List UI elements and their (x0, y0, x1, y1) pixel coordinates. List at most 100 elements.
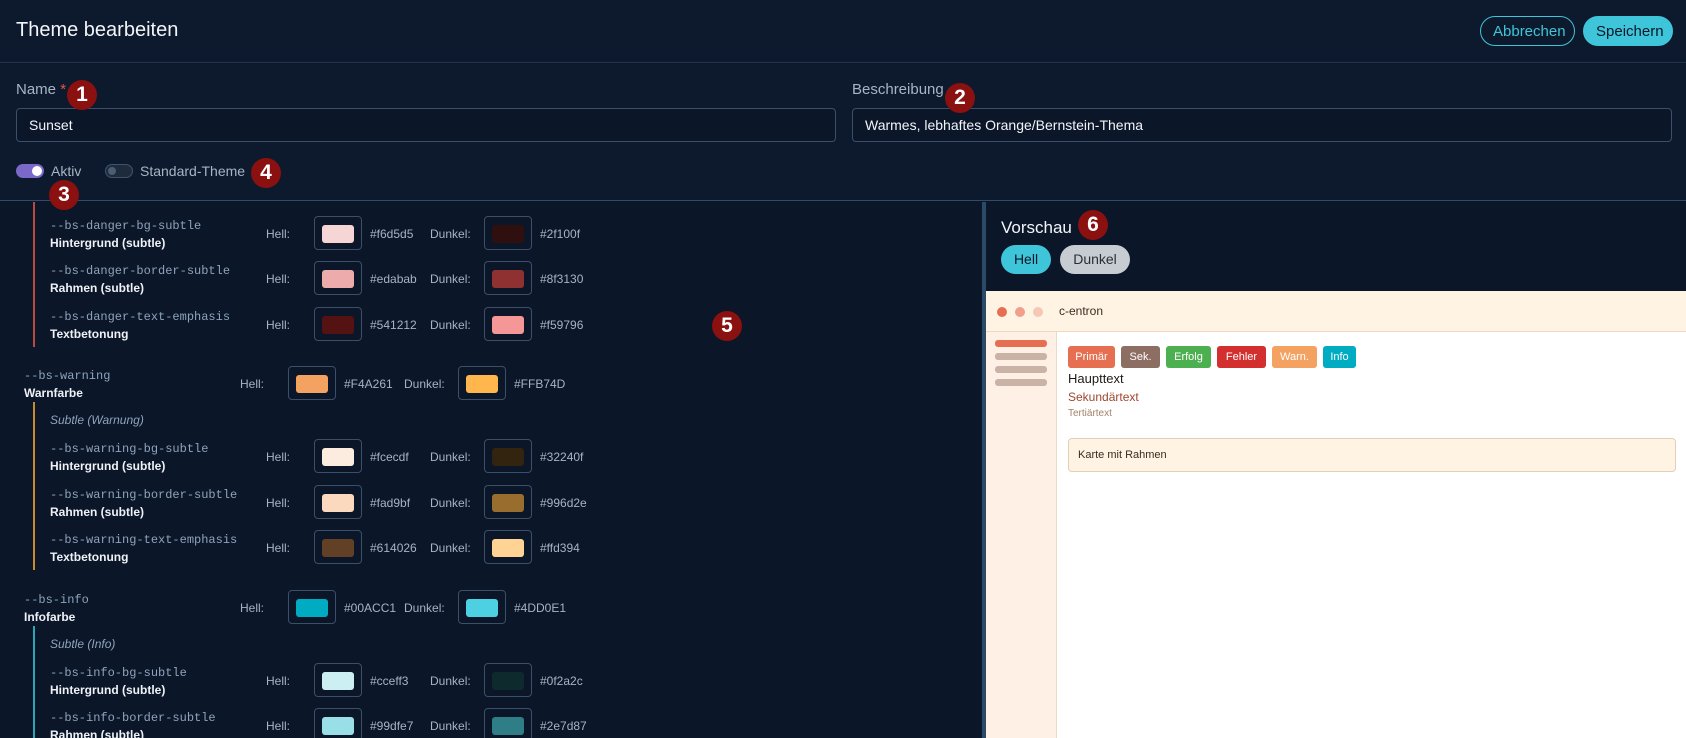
danger-border-subtle-dark-label: Dunkel: (430, 272, 471, 286)
info-label: Infofarbe (24, 610, 76, 624)
warning-text-emphasis-var-name: --bs-warning-text-emphasis (50, 533, 238, 547)
info-light-label: Hell: (240, 601, 265, 615)
description-label: Beschreibung (852, 81, 944, 98)
warning-dark-color (466, 375, 498, 393)
danger-bg-subtle-dark-hex: #2f100f (540, 227, 581, 241)
danger-text-emphasis-dark-label: Dunkel: (430, 318, 471, 332)
required-mark: * (60, 81, 67, 98)
danger-bg-subtle-var-name: --bs-danger-bg-subtle (50, 219, 202, 233)
preview-title: Vorschau (1001, 218, 1072, 237)
info-light-swatch[interactable] (288, 590, 336, 624)
info-border-subtle-dark-hex: #2e7d87 (540, 719, 587, 733)
danger-bg-subtle-light-swatch[interactable] (314, 216, 362, 250)
warning-text-emphasis-label: Textbetonung (50, 550, 129, 564)
info-bg-subtle-light-swatch[interactable] (314, 663, 362, 697)
info-bg-subtle-dark-swatch[interactable] (484, 663, 532, 697)
danger-text-emphasis-light-swatch[interactable] (314, 307, 362, 341)
danger-border-subtle-var-name: --bs-danger-border-subtle (50, 264, 231, 278)
preview-light-button[interactable]: Hell (1001, 245, 1051, 274)
default-theme-switch[interactable] (105, 164, 133, 178)
info-border-subtle-var-name: --bs-info-border-subtle (50, 711, 216, 725)
warning-text-emphasis-light-swatch[interactable] (314, 530, 362, 564)
danger-text-emphasis-var-name: --bs-danger-text-emphasis (50, 310, 231, 324)
warning-light-label: Hell: (240, 377, 265, 391)
danger-bg-subtle-dark-label: Dunkel: (430, 227, 471, 241)
danger-bg-subtle-dark-swatch[interactable] (484, 216, 532, 250)
cancel-button[interactable]: Abbrechen (1480, 16, 1575, 46)
warning-border-subtle-dark-hex: #996d2e (540, 496, 587, 510)
danger-text-emphasis-light-color (322, 316, 354, 334)
danger-text-emphasis-dark-color (492, 316, 524, 334)
warning-text-emphasis-light-hex: #614026 (370, 541, 417, 555)
info-dark-hex: #4DD0E1 (514, 601, 567, 615)
warning-bg-subtle-light-hex: #fcecdf (370, 450, 409, 464)
danger-text-emphasis-dark-hex: #f59796 (540, 318, 584, 332)
default-theme-toggle[interactable]: Standard-Theme (105, 163, 245, 179)
info-bg-subtle-light-label: Hell: (266, 674, 291, 688)
warning-border-subtle-dark-swatch[interactable] (484, 485, 532, 519)
danger-border-subtle-label: Rahmen (subtle) (50, 281, 145, 295)
warning-text-emphasis-dark-swatch[interactable] (484, 530, 532, 564)
warning-var-name: --bs-warning (24, 369, 111, 383)
preview-mockup: c-entron Primär Sek. Erfolg Fehler Warn. Info… (986, 291, 1686, 738)
warning-bg-subtle-light-label: Hell: (266, 450, 291, 464)
info-bg-subtle-label: Hintergrund (subtle) (50, 683, 166, 697)
info-dark-swatch[interactable] (458, 590, 506, 624)
info-dark-color (466, 599, 498, 617)
annotation-badge-4: 4 (251, 158, 281, 188)
danger-text-emphasis-label: Textbetonung (50, 327, 129, 341)
warning-bg-subtle-light-swatch[interactable] (314, 439, 362, 473)
active-toggle[interactable]: Aktiv (16, 163, 81, 179)
warning-dark-label: Dunkel: (404, 377, 445, 391)
info-border-subtle-dark-label: Dunkel: (430, 719, 471, 733)
warning-text-emphasis-dark-hex: #ffd394 (540, 541, 580, 555)
warning-border-subtle-dark-label: Dunkel: (430, 496, 471, 510)
warning-dark-swatch[interactable] (458, 366, 506, 400)
danger-border-subtle-light-swatch[interactable] (314, 261, 362, 295)
annotation-badge-5: 5 (712, 311, 742, 341)
info-bg-subtle-light-hex: #cceff3 (370, 674, 409, 688)
info-var-name: --bs-info (24, 593, 89, 607)
warning-dark-hex: #FFB74D (514, 377, 566, 391)
danger-bg-subtle-dark-color (492, 225, 524, 243)
warning-border-subtle-light-swatch[interactable] (314, 485, 362, 519)
danger-border-subtle-dark-swatch[interactable] (484, 261, 532, 295)
warning-bg-subtle-dark-swatch[interactable] (484, 439, 532, 473)
preview-dark-button[interactable]: Dunkel (1060, 245, 1130, 274)
annotation-badge-2: 2 (945, 83, 975, 113)
description-field[interactable] (852, 108, 1672, 142)
mock-chip-2: Erfolg (1166, 346, 1211, 368)
warning-border-subtle-dark-color (492, 494, 524, 512)
info-bg-subtle-dark-hex: #0f2a2c (540, 674, 583, 688)
warning-light-swatch[interactable] (288, 366, 336, 400)
info-border-subtle-dark-swatch[interactable] (484, 708, 532, 738)
warning-subtle-heading: Subtle (Warnung) (50, 413, 144, 427)
header-bar: Theme bearbeiten Abbrechen Speichern (0, 0, 1686, 63)
info-bg-subtle-dark-label: Dunkel: (430, 674, 471, 688)
danger-text-emphasis-dark-swatch[interactable] (484, 307, 532, 341)
warning-border-subtle-var-name: --bs-warning-border-subtle (50, 488, 238, 502)
mock-main-text: Haupttext (1068, 371, 1124, 386)
mock-secondary-text: Sekundärtext (1068, 390, 1139, 404)
info-border-subtle-light-swatch[interactable] (314, 708, 362, 738)
annotation-badge-6: 6 (1078, 210, 1108, 240)
danger-border-subtle-dark-color (492, 270, 524, 288)
mock-titlebar: c-entron (986, 291, 1686, 332)
info-light-hex: #00ACC1 (344, 601, 397, 615)
info-border-subtle-light-label: Hell: (266, 719, 291, 733)
info-border-subtle-label: Rahmen (subtle) (50, 728, 145, 738)
warning-border-subtle-light-label: Hell: (266, 496, 291, 510)
danger-bg-subtle-light-color (322, 225, 354, 243)
warning-bg-subtle-label: Hintergrund (subtle) (50, 459, 166, 473)
mock-chip-4: Warn. (1272, 346, 1317, 368)
warning-bg-subtle-dark-hex: #32240f (540, 450, 584, 464)
warning-border-subtle-light-hex: #fad9bf (370, 496, 411, 510)
active-switch[interactable] (16, 164, 44, 178)
color-editor-panel: Subtle (Warnung) Subtle (Info) --bs-dang… (0, 202, 982, 738)
save-button[interactable]: Speichern (1583, 16, 1673, 46)
name-field[interactable] (16, 108, 836, 142)
mock-sidebar-item (995, 340, 1047, 347)
danger-text-emphasis-light-hex: #541212 (370, 318, 417, 332)
info-border-subtle-dark-color (492, 717, 524, 735)
info-bg-subtle-dark-color (492, 672, 524, 690)
